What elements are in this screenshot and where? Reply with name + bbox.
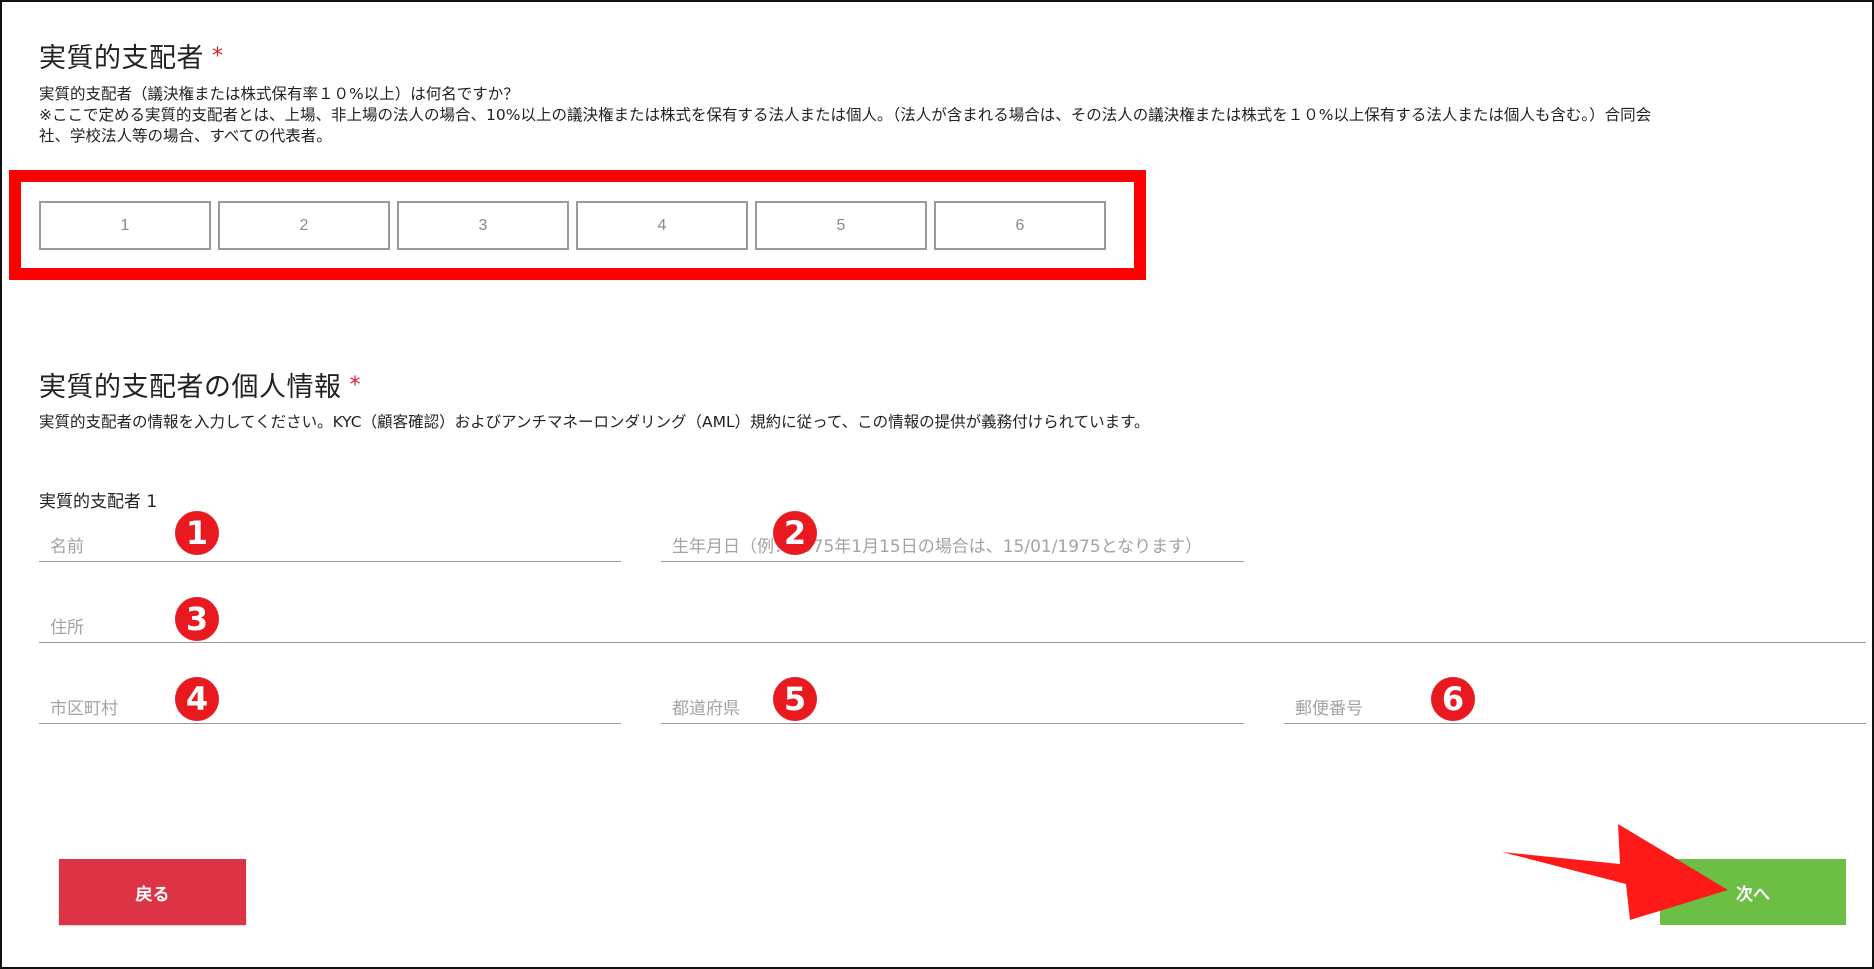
annotation-badge-4: 4 — [175, 677, 219, 721]
beneficial-owner-title: 実質的支配者 * — [39, 36, 224, 75]
owner-personal-info-description: 実質的支配者の情報を入力してください。KYC（顧客確認）およびアンチマネーロンダ… — [39, 413, 1150, 431]
postal-code-input[interactable] — [1284, 686, 1866, 723]
dob-field — [661, 524, 1244, 562]
prefecture-input[interactable] — [661, 686, 1244, 723]
name-input[interactable] — [39, 524, 621, 561]
annotation-badge-2: 2 — [773, 511, 817, 555]
pointer-arrow-annotation — [1502, 824, 1728, 920]
address-field — [39, 605, 1866, 643]
note-line-2: 社、学校法人等の場合、すべての代表者。 — [39, 127, 332, 145]
beneficial-owner-question: 実質的支配者（議決権または株式保有率１０%以上）は何名ですか？ — [39, 85, 519, 103]
city-field — [39, 686, 621, 724]
owner-count-option-1[interactable]: 1 — [39, 201, 211, 250]
city-input[interactable] — [39, 686, 621, 723]
owner-personal-info-title: 実質的支配者の個人情報 * — [39, 365, 361, 404]
dob-input[interactable] — [661, 524, 1244, 561]
required-mark: * — [212, 44, 224, 69]
annotation-badge-6: 6 — [1431, 677, 1475, 721]
postal-code-field — [1284, 686, 1866, 724]
back-button[interactable]: 戻る — [59, 859, 246, 925]
address-input[interactable] — [39, 605, 1866, 642]
owner-count-option-6[interactable]: 6 — [934, 201, 1106, 250]
annotation-badge-1: 1 — [175, 511, 219, 555]
section-title-text: 実質的支配者 — [39, 43, 204, 74]
annotation-badge-3: 3 — [175, 597, 219, 641]
owner-count-selector: 1 2 3 4 5 6 — [39, 201, 1106, 250]
section-title-text: 実質的支配者の個人情報 — [39, 372, 342, 403]
prefecture-field — [661, 686, 1244, 724]
owner-count-option-4[interactable]: 4 — [576, 201, 748, 250]
beneficial-owner-note: ※ここで定める実質的支配者とは、上場、非上場の法人の場合、10%以上の議決権また… — [39, 105, 1859, 147]
owner-1-label: 実質的支配者 1 — [39, 492, 158, 512]
owner-count-option-3[interactable]: 3 — [397, 201, 569, 250]
annotation-badge-5: 5 — [773, 677, 817, 721]
owner-count-option-5[interactable]: 5 — [755, 201, 927, 250]
required-mark: * — [349, 373, 361, 398]
owner-count-option-2[interactable]: 2 — [218, 201, 390, 250]
name-field — [39, 524, 621, 562]
note-line-1: ※ここで定める実質的支配者とは、上場、非上場の法人の場合、10%以上の議決権また… — [39, 106, 1652, 124]
